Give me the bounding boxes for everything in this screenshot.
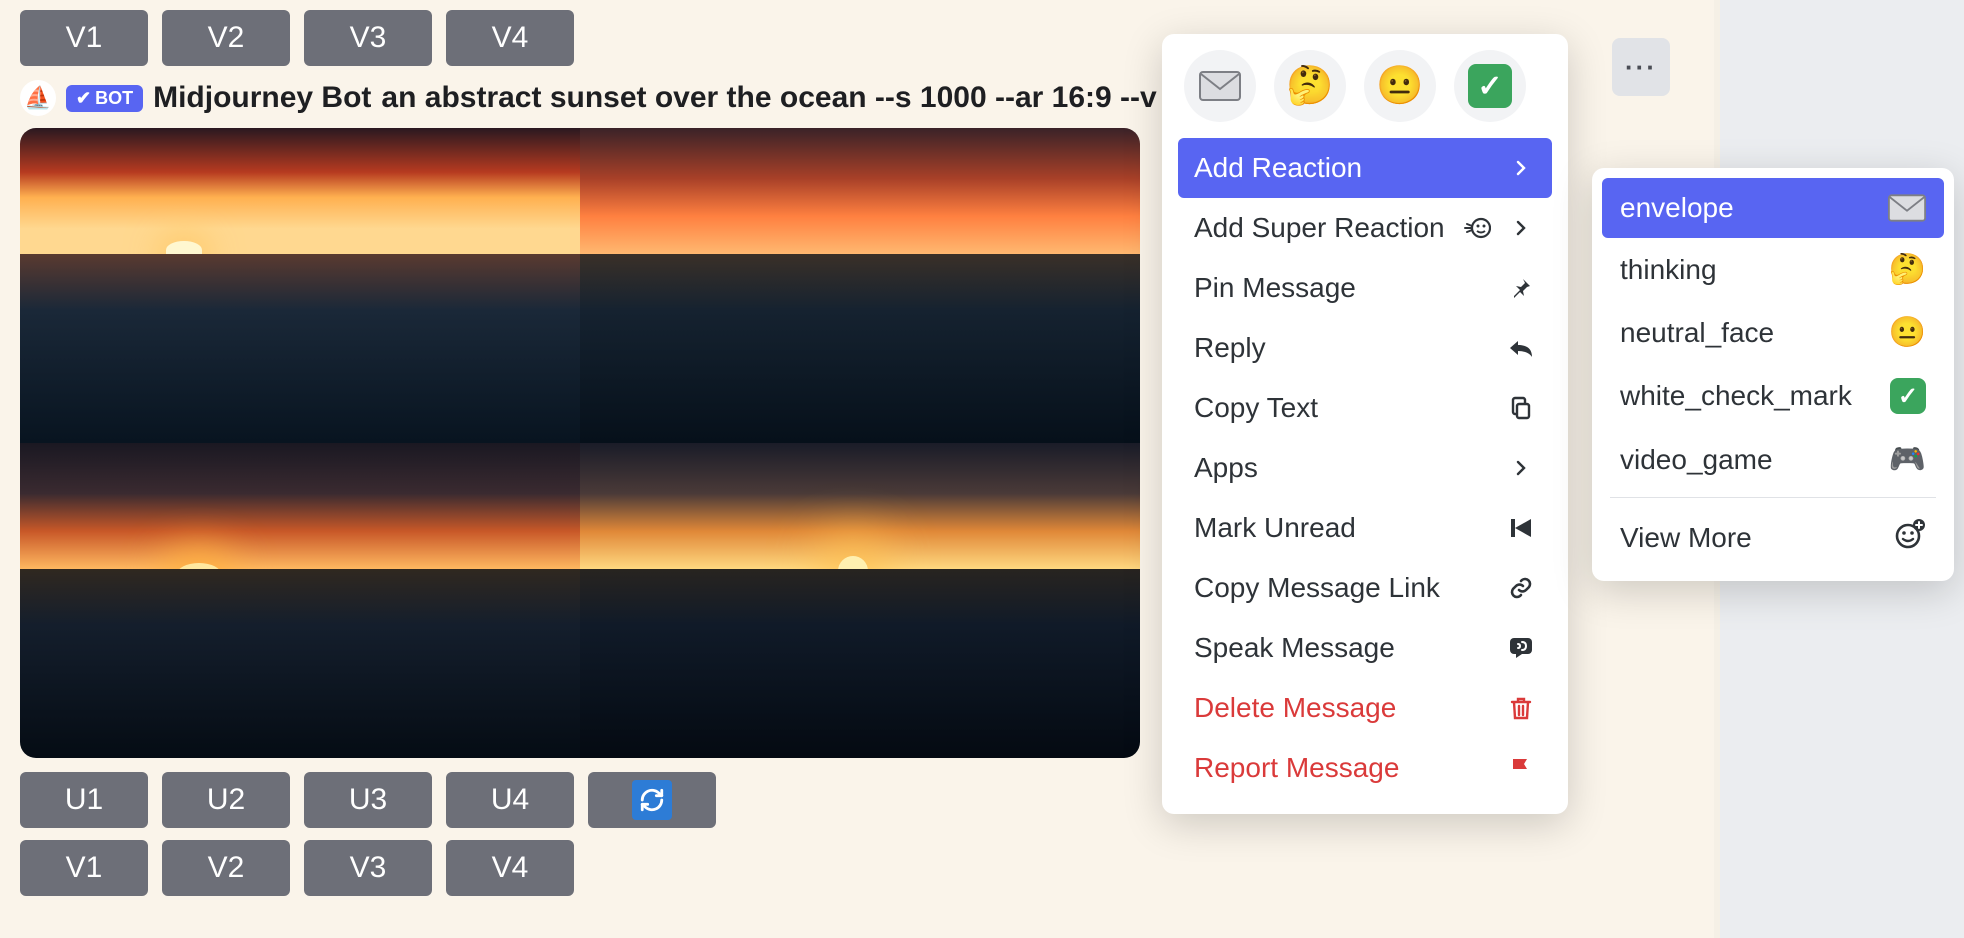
menu-apps[interactable]: Apps (1178, 438, 1552, 498)
menu-report[interactable]: Report Message (1178, 738, 1552, 798)
menu-delete[interactable]: Delete Message (1178, 678, 1552, 738)
image-grid[interactable] (20, 128, 1140, 758)
avatar: ⛵ (20, 80, 56, 116)
v1-button-top[interactable]: V1 (20, 10, 148, 66)
menu-label: Reply (1194, 332, 1266, 364)
reroll-button[interactable] (588, 772, 716, 828)
menu-label: Delete Message (1194, 692, 1396, 724)
grid-image-3 (20, 443, 580, 758)
chevron-right-icon (1506, 160, 1536, 176)
view-more-label: View More (1620, 522, 1752, 554)
menu-label: Add Reaction (1194, 152, 1362, 184)
grid-image-2 (580, 128, 1140, 443)
v3-button-top[interactable]: V3 (304, 10, 432, 66)
neutral-face-icon: 😐 (1376, 64, 1423, 108)
v4-button[interactable]: V4 (446, 840, 574, 896)
menu-label: Apps (1194, 452, 1258, 484)
emoji-label: white_check_mark (1620, 380, 1852, 412)
quick-reactions: 🤔 😐 ✓ (1178, 50, 1552, 122)
v3-button[interactable]: V3 (304, 840, 432, 896)
link-icon (1506, 576, 1536, 600)
trash-icon (1506, 696, 1536, 720)
v1-button[interactable]: V1 (20, 840, 148, 896)
u1-button[interactable]: U1 (20, 772, 148, 828)
emoji-item-envelope[interactable]: envelope (1602, 178, 1944, 238)
quick-check[interactable]: ✓ (1454, 50, 1526, 122)
pin-icon (1506, 276, 1536, 300)
menu-add-reaction[interactable]: Add Reaction (1178, 138, 1552, 198)
speak-icon (1506, 636, 1536, 660)
menu-label: Mark Unread (1194, 512, 1356, 544)
chevron-right-icon (1506, 460, 1536, 476)
chevron-right-icon (1506, 220, 1536, 236)
grid-image-4 (580, 443, 1140, 758)
emoji-submenu: envelope thinking 🤔 neutral_face 😐 white… (1592, 168, 1954, 581)
menu-reply[interactable]: Reply (1178, 318, 1552, 378)
menu-label: Speak Message (1194, 632, 1395, 664)
quick-neutral[interactable]: 😐 (1364, 50, 1436, 122)
flag-icon (1506, 756, 1536, 780)
prompt-text: an abstract sunset over the ocean --s 10… (381, 81, 1156, 115)
menu-label: Copy Message Link (1194, 572, 1440, 604)
v-row: V1 V2 V3 V4 (20, 840, 1630, 896)
quick-thinking[interactable]: 🤔 (1274, 50, 1346, 122)
thinking-icon: 🤔 (1286, 64, 1333, 108)
menu-copy-link[interactable]: Copy Message Link (1178, 558, 1552, 618)
menu-label: Copy Text (1194, 392, 1318, 424)
emoji-label: video_game (1620, 444, 1773, 476)
unread-icon (1506, 517, 1536, 539)
bot-name: Midjourney Bot (153, 81, 371, 115)
neutral-face-icon: 😐 (1889, 315, 1926, 350)
bot-badge: ✔ BOT (66, 85, 143, 112)
quick-envelope[interactable] (1184, 50, 1256, 122)
emoji-item-gamepad[interactable]: video_game 🎮 (1602, 428, 1944, 491)
white-check-mark-icon: ✓ (1890, 378, 1926, 414)
add-emoji-icon (1894, 518, 1926, 557)
u2-button[interactable]: U2 (162, 772, 290, 828)
thinking-icon: 🤔 (1889, 252, 1926, 287)
white-check-mark-icon: ✓ (1468, 64, 1512, 108)
menu-mark-unread[interactable]: Mark Unread (1178, 498, 1552, 558)
emoji-item-check[interactable]: white_check_mark ✓ (1602, 364, 1944, 428)
emoji-item-thinking[interactable]: thinking 🤔 (1602, 238, 1944, 301)
bot-badge-text: BOT (95, 88, 133, 109)
check-icon: ✔ (76, 88, 91, 109)
menu-speak[interactable]: Speak Message (1178, 618, 1552, 678)
u3-button[interactable]: U3 (304, 772, 432, 828)
more-button[interactable]: ··· (1612, 38, 1670, 96)
menu-label: Add Super Reaction (1194, 212, 1445, 244)
menu-copy-text[interactable]: Copy Text (1178, 378, 1552, 438)
menu-add-super-reaction[interactable]: Add Super Reaction (1178, 198, 1552, 258)
emoji-label: envelope (1620, 192, 1734, 224)
divider (1610, 497, 1936, 498)
menu-label: Report Message (1194, 752, 1399, 784)
emoji-label: thinking (1620, 254, 1717, 286)
u4-button[interactable]: U4 (446, 772, 574, 828)
emoji-item-neutral[interactable]: neutral_face 😐 (1602, 301, 1944, 364)
emoji-label: neutral_face (1620, 317, 1774, 349)
copy-icon (1506, 396, 1536, 420)
emoji-view-more[interactable]: View More (1602, 504, 1944, 571)
envelope-icon (1199, 71, 1241, 101)
super-reaction-icon (1462, 216, 1492, 240)
reply-icon (1506, 337, 1536, 359)
envelope-icon (1888, 194, 1926, 222)
menu-label: Pin Message (1194, 272, 1356, 304)
menu-pin[interactable]: Pin Message (1178, 258, 1552, 318)
v2-button[interactable]: V2 (162, 840, 290, 896)
v2-button-top[interactable]: V2 (162, 10, 290, 66)
context-menu: 🤔 😐 ✓ Add Reaction Add Super Reaction Pi… (1162, 34, 1568, 814)
refresh-icon (632, 780, 672, 820)
v4-button-top[interactable]: V4 (446, 10, 574, 66)
gamepad-icon: 🎮 (1889, 442, 1926, 477)
grid-image-1 (20, 128, 580, 443)
